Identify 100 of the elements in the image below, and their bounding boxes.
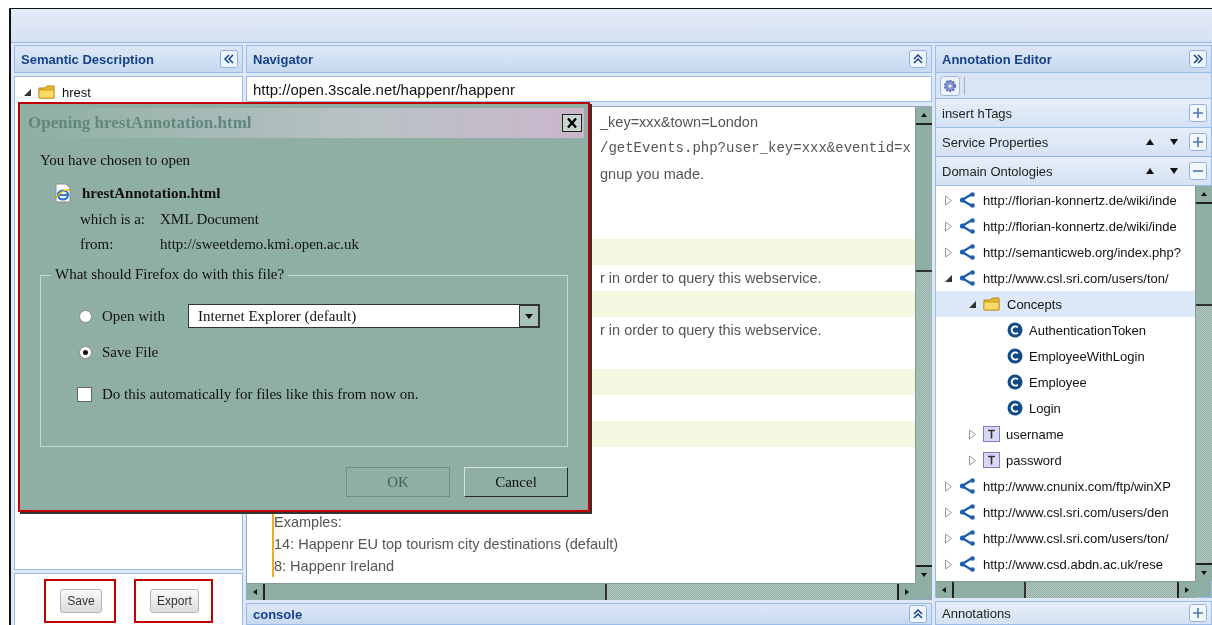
tree-item[interactable]: AuthenticationToken — [936, 317, 1195, 343]
panel-title: Semantic Description — [21, 51, 154, 67]
collapse-left-icon[interactable] — [220, 50, 238, 68]
section-title: Annotations — [942, 605, 1011, 621]
collapsed-arrow-icon[interactable] — [967, 454, 977, 466]
section-header[interactable]: Annotations — [935, 601, 1212, 625]
scrollbar-thumb[interactable] — [265, 584, 607, 600]
horizontal-scrollbar[interactable] — [247, 583, 915, 600]
collapsed-arrow-icon[interactable] — [943, 558, 953, 570]
tree-item[interactable]: http://semanticweb.org/index.php? — [936, 239, 1195, 265]
class-icon — [1007, 322, 1023, 338]
tree-item[interactable]: http://www.csd.abdn.ac.uk/rese — [936, 551, 1195, 577]
info-label: which is a: — [80, 211, 146, 228]
panel-title: console — [253, 606, 303, 622]
tree-item[interactable]: http://www.csl.sri.com/users/ton/ — [936, 525, 1195, 551]
file-name: hrestAnnotation.html — [82, 184, 221, 202]
tree-item[interactable]: http://www.csl.sri.com/users/den — [936, 499, 1195, 525]
collapse-icon[interactable] — [1189, 162, 1207, 180]
expanded-arrow-icon[interactable] — [967, 299, 977, 309]
tree-item[interactable]: http://www.cnunix.com/ftp/winXP — [936, 473, 1195, 499]
section-header[interactable]: Service Properties — [935, 128, 1212, 157]
section-title: Domain Ontologies — [942, 163, 1053, 179]
checkbox-label[interactable]: Do this automatically for files like this from now on. — [102, 385, 419, 403]
expand-icon[interactable] — [1189, 133, 1207, 151]
collapsed-arrow-icon[interactable] — [943, 532, 953, 544]
text-line: gnup you made. — [600, 166, 704, 182]
type-icon — [983, 452, 1000, 468]
tree-item[interactable]: http://florian-konnertz.de/wiki/inde — [936, 187, 1195, 213]
tree-item[interactable]: username — [936, 421, 1195, 447]
application-dropdown[interactable]: Internet Explorer (default) — [188, 304, 540, 328]
text-line: _key=xxx&town=London — [600, 114, 758, 130]
info-value: XML Document — [160, 211, 259, 228]
text-line: 8: Happenr Ireland — [274, 558, 395, 574]
tree-item[interactable]: EmployeeWithLogin — [936, 343, 1195, 369]
type-icon — [983, 426, 1000, 442]
horizontal-scrollbar[interactable] — [936, 581, 1195, 598]
code-line: /getEvents.php?user_key=xxx&eventid=x — [600, 140, 911, 156]
dialog-message: You have chosen to open — [40, 152, 192, 169]
tree-item[interactable]: Concepts — [936, 291, 1195, 317]
move-down-icon[interactable] — [1169, 167, 1179, 175]
expand-icon[interactable] — [1189, 104, 1207, 122]
folder-icon — [983, 296, 1001, 312]
option-label[interactable]: Save File — [102, 343, 178, 361]
section-title: Service Properties — [942, 134, 1049, 150]
collapsed-arrow-icon[interactable] — [943, 506, 953, 518]
radio-button[interactable] — [79, 345, 92, 359]
network-icon — [959, 504, 977, 520]
dialog-button[interactable]: Cancel — [464, 467, 568, 497]
url-field[interactable]: http://open.3scale.net/happenr/happenr — [246, 76, 932, 102]
radio-button[interactable] — [79, 309, 92, 323]
move-down-icon[interactable] — [1169, 138, 1179, 146]
gear-icon[interactable] — [940, 75, 960, 96]
tree-item[interactable]: Login — [936, 395, 1195, 421]
collapsed-arrow-icon[interactable] — [967, 428, 977, 440]
panel-title: Navigator — [253, 51, 313, 67]
tree-item[interactable]: Employee — [936, 369, 1195, 395]
section-header[interactable]: insert hTags — [935, 99, 1212, 128]
text-line: r in order to query this webservice. — [600, 270, 822, 286]
collapsed-arrow-icon[interactable] — [943, 246, 953, 258]
collapsed-arrow-icon[interactable] — [943, 194, 953, 206]
checkbox[interactable] — [77, 386, 92, 402]
collapsed-arrow-icon[interactable] — [943, 220, 953, 232]
section-title: insert hTags — [942, 105, 1013, 121]
option-label[interactable]: Open with — [102, 307, 178, 325]
section-header[interactable]: Domain Ontologies — [935, 157, 1212, 186]
text-line: Examples: — [274, 514, 342, 530]
panel-button[interactable]: Export — [150, 589, 199, 613]
collapse-up-icon[interactable] — [909, 605, 927, 623]
collapsed-arrow-icon[interactable] — [943, 480, 953, 492]
info-value: http://sweetdemo.kmi.open.ac.uk — [160, 236, 360, 253]
network-icon — [959, 192, 977, 208]
network-icon — [959, 556, 977, 572]
panel-button[interactable]: Save — [60, 589, 102, 613]
class-icon — [1007, 348, 1023, 364]
expanded-arrow-icon[interactable] — [22, 87, 32, 97]
network-icon — [959, 530, 977, 546]
info-label: from: — [80, 236, 115, 253]
move-up-icon[interactable] — [1145, 167, 1155, 175]
network-icon — [959, 244, 977, 260]
vertical-scrollbar[interactable] — [915, 107, 932, 583]
scrollbar-thumb[interactable] — [1196, 204, 1212, 306]
move-up-icon[interactable] — [1145, 138, 1155, 146]
document-icon — [54, 183, 72, 203]
tree-item[interactable]: http://florian-konnertz.de/wiki/inde — [936, 213, 1195, 239]
panel-title: Annotation Editor — [942, 51, 1052, 67]
expand-icon[interactable] — [1189, 604, 1207, 622]
tree-item[interactable]: hrest — [15, 79, 242, 105]
tree-item[interactable]: password — [936, 447, 1195, 473]
collapse-right-icon[interactable] — [1189, 50, 1207, 68]
folder-icon — [38, 84, 56, 100]
class-icon — [1007, 400, 1023, 416]
scrollbar-thumb[interactable] — [954, 582, 1026, 598]
tree-item[interactable]: http://www.csl.sri.com/users/ton/ — [936, 265, 1195, 291]
close-icon[interactable] — [562, 114, 582, 132]
vertical-scrollbar[interactable] — [1195, 186, 1212, 581]
expanded-arrow-icon[interactable] — [943, 273, 953, 283]
network-icon — [959, 218, 977, 234]
text-line: 14: Happenr EU top tourism city destinations (default) — [274, 536, 619, 552]
collapse-up-icon[interactable] — [909, 50, 927, 68]
scrollbar-thumb[interactable] — [916, 125, 932, 272]
